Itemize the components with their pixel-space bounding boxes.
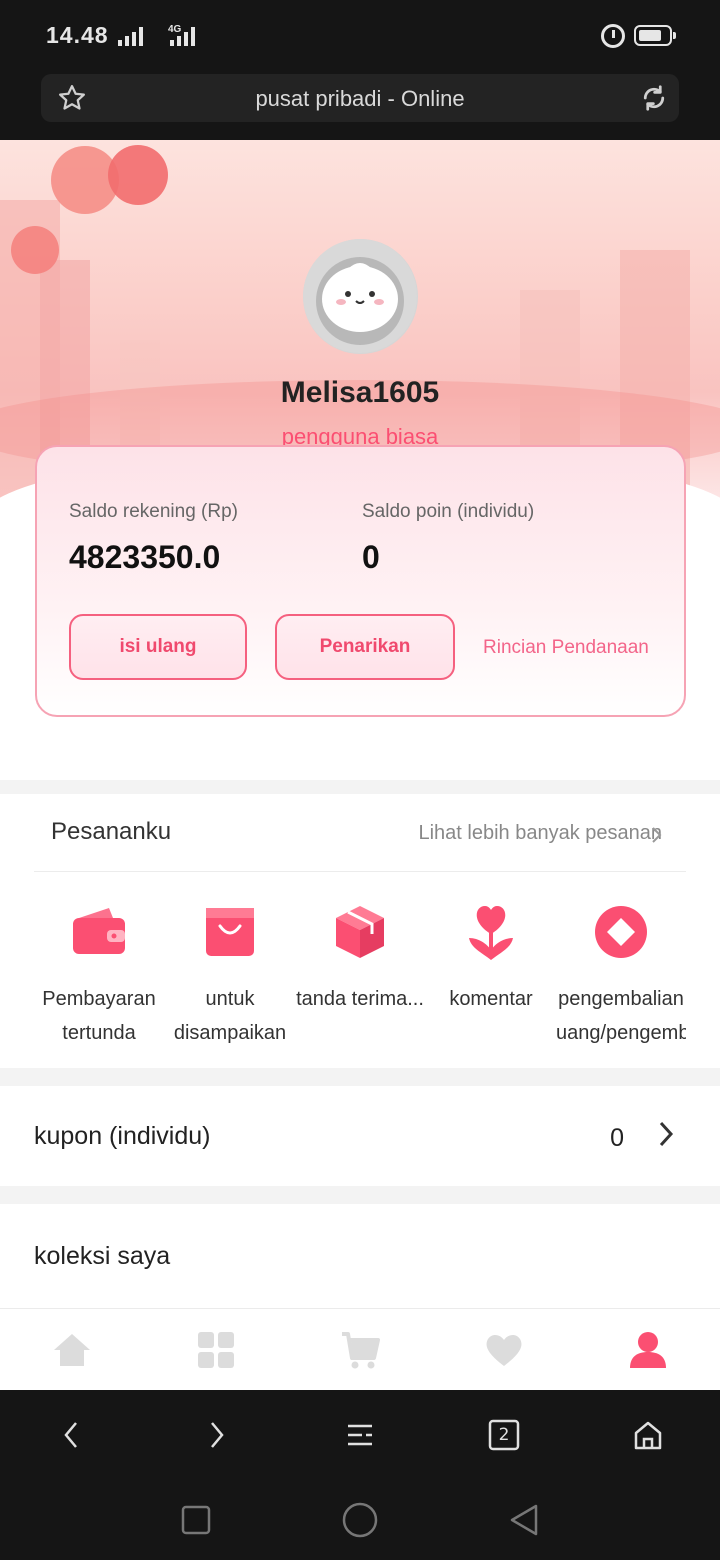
divider	[34, 871, 686, 872]
tab-favorites[interactable]	[432, 1309, 576, 1390]
heart-icon	[486, 1334, 522, 1366]
points-balance-label: Saldo poin (individu)	[362, 501, 535, 522]
refund-diamond-icon	[595, 906, 647, 958]
wallet-icon	[73, 908, 125, 954]
chevron-right-icon	[211, 1422, 224, 1448]
system-nav-bar	[0, 1480, 720, 1560]
tabs-button[interactable]: 2	[432, 1390, 576, 1480]
bottom-tab-bar	[0, 1308, 720, 1390]
order-status-label: Pembayaran tertunda	[42, 988, 156, 1044]
chevron-left-icon	[64, 1422, 77, 1448]
avatar[interactable]	[303, 239, 418, 354]
browser-toolbar: 2	[0, 1390, 720, 1480]
account-balance-value: 4823350.0	[69, 539, 221, 575]
status-time: 14.48	[46, 22, 109, 48]
chevron-right-icon	[659, 1121, 674, 1147]
user-icon	[630, 1331, 666, 1368]
heart-flower-icon	[469, 906, 513, 960]
order-status-refund[interactable]: pengembalian uang/pengembalian	[556, 902, 686, 1050]
coupon-count: 0	[610, 1124, 624, 1152]
funding-details-link[interactable]: Rincian Pendanaan	[483, 637, 649, 659]
order-status-pending-payment[interactable]: Pembayaran tertunda	[34, 902, 164, 1050]
tab-count: 2	[498, 1425, 510, 1445]
shopping-bag-icon	[206, 908, 254, 956]
orders-title: Pesananku	[51, 818, 172, 845]
cart-icon	[342, 1331, 380, 1368]
order-status-review[interactable]: komentar	[426, 902, 556, 1050]
menu-button[interactable]	[288, 1390, 432, 1480]
package-box-icon	[336, 906, 384, 958]
home-circle-icon[interactable]	[340, 1500, 380, 1540]
username: Melisa1605	[280, 376, 440, 409]
status-bar: 14.48 4G	[0, 0, 720, 70]
order-status-label: tanda terima...	[296, 988, 424, 1010]
recent-apps-icon[interactable]	[176, 1500, 216, 1540]
coupon-label: kupon (individu)	[34, 1122, 211, 1150]
home-icon	[54, 1333, 90, 1366]
page-title: pusat pribadi - Online	[255, 86, 465, 111]
view-more-orders-link[interactable]: Lihat lebih banyak pesanan	[418, 822, 662, 845]
alarm-icon	[601, 24, 625, 48]
order-status-received[interactable]: tanda terima...	[295, 902, 425, 1050]
order-status-label: komentar	[449, 988, 533, 1010]
back-triangle-icon[interactable]	[504, 1500, 544, 1540]
grid-icon	[198, 1331, 234, 1368]
reload-icon[interactable]	[639, 83, 669, 113]
home-outline-icon	[634, 1421, 662, 1450]
topup-button[interactable]: isi ulang	[69, 614, 247, 680]
collection-row[interactable]: koleksi saya	[0, 1204, 720, 1314]
order-status-to-ship[interactable]: untuk disampaikan	[165, 902, 295, 1050]
coupon-row[interactable]: kupon (individu) 0	[0, 1086, 720, 1186]
forward-button[interactable]	[144, 1390, 288, 1480]
battery-icon	[634, 25, 676, 46]
address-bar[interactable]: pusat pribadi - Online	[41, 74, 679, 122]
back-button[interactable]	[0, 1390, 144, 1480]
balance-card: Saldo rekening (Rp) 4823350.0 Saldo poin…	[35, 445, 686, 717]
menu-icon	[348, 1424, 372, 1446]
signal-icon	[118, 26, 143, 46]
signal-icon-2	[170, 26, 195, 46]
tab-categories[interactable]	[144, 1309, 288, 1390]
account-balance-label: Saldo rekening (Rp)	[69, 501, 238, 522]
chevron-right-icon	[652, 827, 662, 843]
collection-label: koleksi saya	[34, 1242, 171, 1270]
tab-cart[interactable]	[288, 1309, 432, 1390]
profile-header: Melisa1605 pengguna biasa Saldo rekening…	[0, 140, 720, 780]
points-balance-value: 0	[362, 539, 380, 575]
order-status-label: pengembalian uang/pengembalian	[556, 988, 686, 1044]
order-status-label: untuk disampaikan	[173, 988, 287, 1044]
orders-section: Pesananku Lihat lebih banyak pesanan Pem…	[0, 794, 720, 1068]
tab-home[interactable]	[0, 1309, 144, 1390]
tab-profile[interactable]	[576, 1309, 720, 1390]
withdraw-button[interactable]: Penarikan	[275, 614, 455, 680]
page-content: Melisa1605 pengguna biasa Saldo rekening…	[0, 140, 720, 1390]
home-button[interactable]	[576, 1390, 720, 1480]
